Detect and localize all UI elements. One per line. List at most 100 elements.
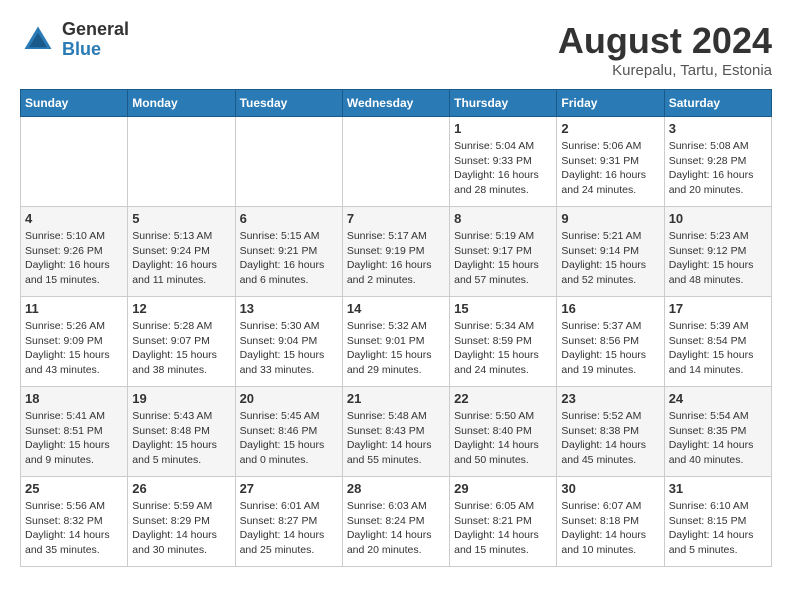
day-number: 31 [669, 481, 767, 496]
day-number: 8 [454, 211, 552, 226]
weekday-header: Wednesday [342, 90, 449, 117]
calendar-cell: 2Sunrise: 5:06 AM Sunset: 9:31 PM Daylig… [557, 117, 664, 207]
calendar-cell: 11 Sunrise: 5:26 AM Sunset: 9:09 PM Dayli… [21, 297, 128, 387]
calendar-week-row: 1 Sunrise: 5:04 AM Sunset: 9:33 PM Daylig… [21, 117, 772, 207]
day-number: 28 [347, 481, 445, 496]
calendar-cell: 9 Sunrise: 5:21 AM Sunset: 9:14 PM Daylig… [557, 207, 664, 297]
cell-content: Sunrise: 5:54 AM Sunset: 8:35 PM Dayligh… [669, 409, 767, 468]
calendar-cell: 3 Sunrise: 5:08 AM Sunset: 9:28 PM Daylig… [664, 117, 771, 207]
cell-content: Sunrise: 5:39 AM Sunset: 8:54 PM Dayligh… [669, 319, 767, 378]
day-number: 12 [132, 301, 230, 316]
calendar-cell: 29 Sunrise: 6:05 AM Sunset: 8:21 PM Dayli… [450, 477, 557, 567]
title-block: August 2024 Kurepalu, Tartu, Estonia [558, 20, 772, 79]
logo-line2: Blue [62, 40, 129, 60]
cell-content: Sunrise: 5:19 AM Sunset: 9:17 PM Dayligh… [454, 229, 552, 288]
day-number: 19 [132, 391, 230, 406]
cell-content: Sunrise: 5:45 AM Sunset: 8:46 PM Dayligh… [240, 409, 338, 468]
day-number: 30 [561, 481, 659, 496]
logo: General Blue [20, 20, 129, 60]
day-number: 14 [347, 301, 445, 316]
logo-icon [20, 22, 56, 58]
calendar-cell: 16 Sunrise: 5:37 AM Sunset: 8:56 PM Dayli… [557, 297, 664, 387]
calendar-cell: 30Sunrise: 6:07 AM Sunset: 8:18 PM Dayli… [557, 477, 664, 567]
day-number: 1 [454, 121, 552, 136]
calendar-cell: 21 Sunrise: 5:48 AM Sunset: 8:43 PM Dayli… [342, 387, 449, 477]
cell-content: Sunrise: 5:21 AM Sunset: 9:14 PM Dayligh… [561, 229, 659, 288]
calendar-cell: 4Sunrise: 5:10 AM Sunset: 9:26 PM Daylig… [21, 207, 128, 297]
calendar-cell: 25 Sunrise: 5:56 AM Sunset: 8:32 PM Dayli… [21, 477, 128, 567]
calendar-cell: 22Sunrise: 5:50 AM Sunset: 8:40 PM Dayli… [450, 387, 557, 477]
cell-content: Sunrise: 5:30 AM Sunset: 9:04 PM Dayligh… [240, 319, 338, 378]
logo-line1: General [62, 20, 129, 40]
day-number: 7 [347, 211, 445, 226]
day-number: 23 [561, 391, 659, 406]
cell-content: Sunrise: 5:37 AM Sunset: 8:56 PM Dayligh… [561, 319, 659, 378]
day-number: 13 [240, 301, 338, 316]
calendar-week-row: 18 Sunrise: 5:41 AM Sunset: 8:51 PM Dayli… [21, 387, 772, 477]
day-number: 15 [454, 301, 552, 316]
day-number: 10 [669, 211, 767, 226]
calendar-cell: 10 Sunrise: 5:23 AM Sunset: 9:12 PM Dayli… [664, 207, 771, 297]
day-number: 26 [132, 481, 230, 496]
weekday-header: Tuesday [235, 90, 342, 117]
day-number: 3 [669, 121, 767, 136]
day-number: 2 [561, 121, 659, 136]
calendar-cell: 17 Sunrise: 5:39 AM Sunset: 8:54 PM Dayli… [664, 297, 771, 387]
calendar-cell: 20Sunrise: 5:45 AM Sunset: 8:46 PM Dayli… [235, 387, 342, 477]
calendar-cell: 12 Sunrise: 5:28 AM Sunset: 9:07 PM Dayli… [128, 297, 235, 387]
cell-content: Sunrise: 5:28 AM Sunset: 9:07 PM Dayligh… [132, 319, 230, 378]
day-number: 9 [561, 211, 659, 226]
cell-content: Sunrise: 5:15 AM Sunset: 9:21 PM Dayligh… [240, 229, 338, 288]
location: Kurepalu, Tartu, Estonia [558, 62, 772, 79]
calendar-cell [235, 117, 342, 207]
calendar-cell: 6 Sunrise: 5:15 AM Sunset: 9:21 PM Daylig… [235, 207, 342, 297]
calendar-cell: 1 Sunrise: 5:04 AM Sunset: 9:33 PM Daylig… [450, 117, 557, 207]
calendar-cell: 15Sunrise: 5:34 AM Sunset: 8:59 PM Dayli… [450, 297, 557, 387]
day-number: 25 [25, 481, 123, 496]
day-number: 17 [669, 301, 767, 316]
weekday-header-row: SundayMondayTuesdayWednesdayThursdayFrid… [21, 90, 772, 117]
day-number: 11 [25, 301, 123, 316]
calendar-cell: 14 Sunrise: 5:32 AM Sunset: 9:01 PM Dayli… [342, 297, 449, 387]
cell-content: Sunrise: 5:26 AM Sunset: 9:09 PM Dayligh… [25, 319, 123, 378]
cell-content: Sunrise: 6:03 AM Sunset: 8:24 PM Dayligh… [347, 499, 445, 558]
cell-content: Sunrise: 5:52 AM Sunset: 8:38 PM Dayligh… [561, 409, 659, 468]
calendar-cell: 31 Sunrise: 6:10 AM Sunset: 8:15 PM Dayli… [664, 477, 771, 567]
calendar-cell: 27Sunrise: 6:01 AM Sunset: 8:27 PM Dayli… [235, 477, 342, 567]
calendar-cell: 18 Sunrise: 5:41 AM Sunset: 8:51 PM Dayli… [21, 387, 128, 477]
cell-content: Sunrise: 6:10 AM Sunset: 8:15 PM Dayligh… [669, 499, 767, 558]
day-number: 24 [669, 391, 767, 406]
cell-content: Sunrise: 5:59 AM Sunset: 8:29 PM Dayligh… [132, 499, 230, 558]
cell-content: Sunrise: 5:50 AM Sunset: 8:40 PM Dayligh… [454, 409, 552, 468]
calendar-cell: 8 Sunrise: 5:19 AM Sunset: 9:17 PM Daylig… [450, 207, 557, 297]
calendar-cell: 19Sunrise: 5:43 AM Sunset: 8:48 PM Dayli… [128, 387, 235, 477]
cell-content: Sunrise: 5:17 AM Sunset: 9:19 PM Dayligh… [347, 229, 445, 288]
weekday-header: Saturday [664, 90, 771, 117]
cell-content: Sunrise: 5:23 AM Sunset: 9:12 PM Dayligh… [669, 229, 767, 288]
day-number: 29 [454, 481, 552, 496]
calendar-cell: 26 Sunrise: 5:59 AM Sunset: 8:29 PM Dayli… [128, 477, 235, 567]
calendar-week-row: 4Sunrise: 5:10 AM Sunset: 9:26 PM Daylig… [21, 207, 772, 297]
cell-content: Sunrise: 6:05 AM Sunset: 8:21 PM Dayligh… [454, 499, 552, 558]
calendar-cell: 24 Sunrise: 5:54 AM Sunset: 8:35 PM Dayli… [664, 387, 771, 477]
weekday-header: Thursday [450, 90, 557, 117]
cell-content: Sunrise: 5:04 AM Sunset: 9:33 PM Dayligh… [454, 139, 552, 198]
cell-content: Sunrise: 5:32 AM Sunset: 9:01 PM Dayligh… [347, 319, 445, 378]
day-number: 21 [347, 391, 445, 406]
cell-content: Sunrise: 5:48 AM Sunset: 8:43 PM Dayligh… [347, 409, 445, 468]
calendar-cell [128, 117, 235, 207]
cell-content: Sunrise: 5:10 AM Sunset: 9:26 PM Dayligh… [25, 229, 123, 288]
cell-content: Sunrise: 5:56 AM Sunset: 8:32 PM Dayligh… [25, 499, 123, 558]
cell-content: Sunrise: 5:41 AM Sunset: 8:51 PM Dayligh… [25, 409, 123, 468]
cell-content: Sunrise: 5:08 AM Sunset: 9:28 PM Dayligh… [669, 139, 767, 198]
calendar-table: SundayMondayTuesdayWednesdayThursdayFrid… [20, 89, 772, 567]
day-number: 16 [561, 301, 659, 316]
calendar-cell: 7 Sunrise: 5:17 AM Sunset: 9:19 PM Daylig… [342, 207, 449, 297]
calendar-cell [21, 117, 128, 207]
day-number: 18 [25, 391, 123, 406]
cell-content: Sunrise: 5:13 AM Sunset: 9:24 PM Dayligh… [132, 229, 230, 288]
calendar-cell: 23 Sunrise: 5:52 AM Sunset: 8:38 PM Dayli… [557, 387, 664, 477]
month-year: August 2024 [558, 20, 772, 62]
logo-text: General Blue [62, 20, 129, 60]
day-number: 6 [240, 211, 338, 226]
